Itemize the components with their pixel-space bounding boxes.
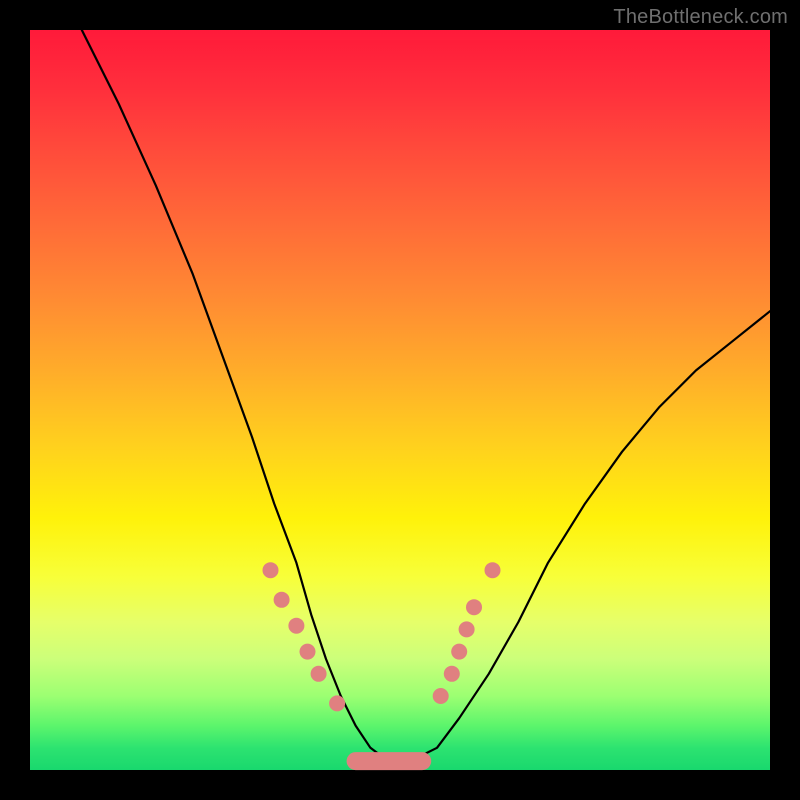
- watermark-text: TheBottleneck.com: [613, 6, 788, 29]
- plot-area: [30, 30, 770, 770]
- marker-dot: [274, 592, 290, 608]
- marker-dot: [485, 562, 501, 578]
- marker-dot: [311, 666, 327, 682]
- markers-group: [263, 562, 501, 761]
- marker-dot: [288, 618, 304, 634]
- marker-dot: [263, 562, 279, 578]
- marker-dot: [433, 688, 449, 704]
- marker-dot: [451, 644, 467, 660]
- marker-dot: [329, 695, 345, 711]
- marker-dot: [444, 666, 460, 682]
- chart-svg: [30, 30, 770, 770]
- bottleneck-curve: [82, 30, 770, 763]
- marker-dot: [466, 599, 482, 615]
- chart-frame: TheBottleneck.com: [0, 0, 800, 800]
- marker-dot: [459, 621, 475, 637]
- marker-dot: [300, 644, 316, 660]
